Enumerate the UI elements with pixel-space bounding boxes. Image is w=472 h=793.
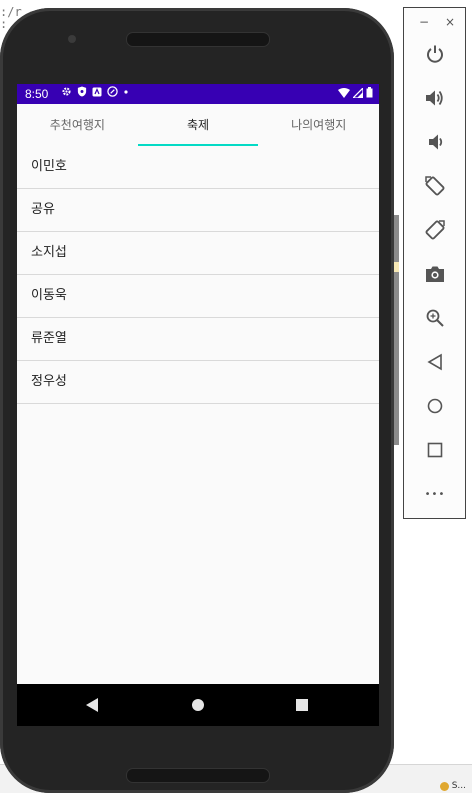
back-button[interactable]: [422, 349, 448, 375]
more-icon: •••: [424, 488, 446, 500]
overview-icon: [427, 442, 443, 458]
camera-icon: [426, 266, 444, 282]
battery-icon: [366, 87, 373, 98]
tab-label: 축제: [186, 118, 210, 132]
minimize-button[interactable]: −: [419, 16, 429, 28]
ide-status-text: S...: [451, 781, 466, 791]
home-button[interactable]: [422, 393, 448, 419]
power-button[interactable]: [422, 41, 448, 67]
rotate-left-button[interactable]: [422, 173, 448, 199]
nav-home-icon[interactable]: [192, 699, 204, 711]
close-button[interactable]: ×: [445, 16, 455, 28]
rotate-right-icon: [425, 220, 445, 240]
list-item[interactable]: 이동욱: [17, 275, 379, 318]
power-icon: [427, 45, 443, 63]
settings-icon: [62, 87, 71, 96]
tab-label: 나의여행지: [291, 118, 347, 132]
nav-back-icon[interactable]: [86, 698, 98, 712]
dot-icon: [124, 89, 128, 94]
android-status-bar: 8:50: [17, 84, 379, 104]
overview-button[interactable]: [422, 437, 448, 463]
list-item[interactable]: 이민호: [17, 146, 379, 189]
list-item[interactable]: 공유: [17, 189, 379, 232]
sync-icon: [107, 86, 118, 97]
back-icon: [427, 353, 442, 371]
volume-down-button[interactable]: [422, 129, 448, 155]
volume-down-icon: [429, 134, 443, 150]
volume-up-button[interactable]: [422, 85, 448, 111]
background-highlight: [394, 262, 399, 272]
wifi-icon: [338, 87, 350, 98]
list-item[interactable]: 정우성: [17, 361, 379, 404]
more-button[interactable]: •••: [422, 481, 448, 507]
signal-icon: [353, 87, 363, 98]
background-window-edge: [394, 215, 399, 445]
home-icon: [427, 398, 443, 414]
emulator-toolbar: − × •••: [403, 7, 466, 519]
app-notification-icon: [92, 87, 102, 96]
status-system-icons: [338, 87, 373, 98]
screenshot-button[interactable]: [422, 261, 448, 287]
zoom-icon: [426, 309, 444, 327]
earpiece-speaker: [126, 32, 270, 47]
nav-overview-icon[interactable]: [296, 699, 308, 711]
emulator-window-controls: − ×: [404, 16, 465, 30]
list-item[interactable]: 소지섭: [17, 232, 379, 275]
status-dot-icon: [439, 781, 449, 791]
tab-bar: 추천여행지 축제 나의여행지: [17, 104, 379, 146]
zoom-button[interactable]: [422, 305, 448, 331]
tab-label: 추천여행지: [49, 118, 105, 132]
shield-icon: [77, 86, 87, 97]
tab-festival[interactable]: 축제: [137, 104, 259, 146]
status-time: 8:50: [25, 87, 49, 101]
list-item[interactable]: 류준열: [17, 318, 379, 361]
volume-up-icon: [426, 90, 443, 106]
rotate-right-button[interactable]: [422, 217, 448, 243]
status-notification-icons: [61, 86, 129, 97]
phone-screen: 8:50 추천여행지 축제 나의여행지 이민호 공유 소지섭 이동욱 류준열 정…: [17, 84, 379, 726]
tab-my-destinations[interactable]: 나의여행지: [258, 104, 379, 146]
rotate-left-icon: [425, 176, 445, 196]
item-list: 이민호 공유 소지섭 이동욱 류준열 정우성: [17, 146, 379, 404]
front-camera-icon: [68, 35, 76, 43]
android-navigation-bar: [17, 684, 379, 726]
ide-status-item: S...: [439, 781, 466, 791]
tab-recommended-destinations[interactable]: 추천여행지: [17, 104, 138, 146]
bottom-speaker: [126, 768, 270, 783]
